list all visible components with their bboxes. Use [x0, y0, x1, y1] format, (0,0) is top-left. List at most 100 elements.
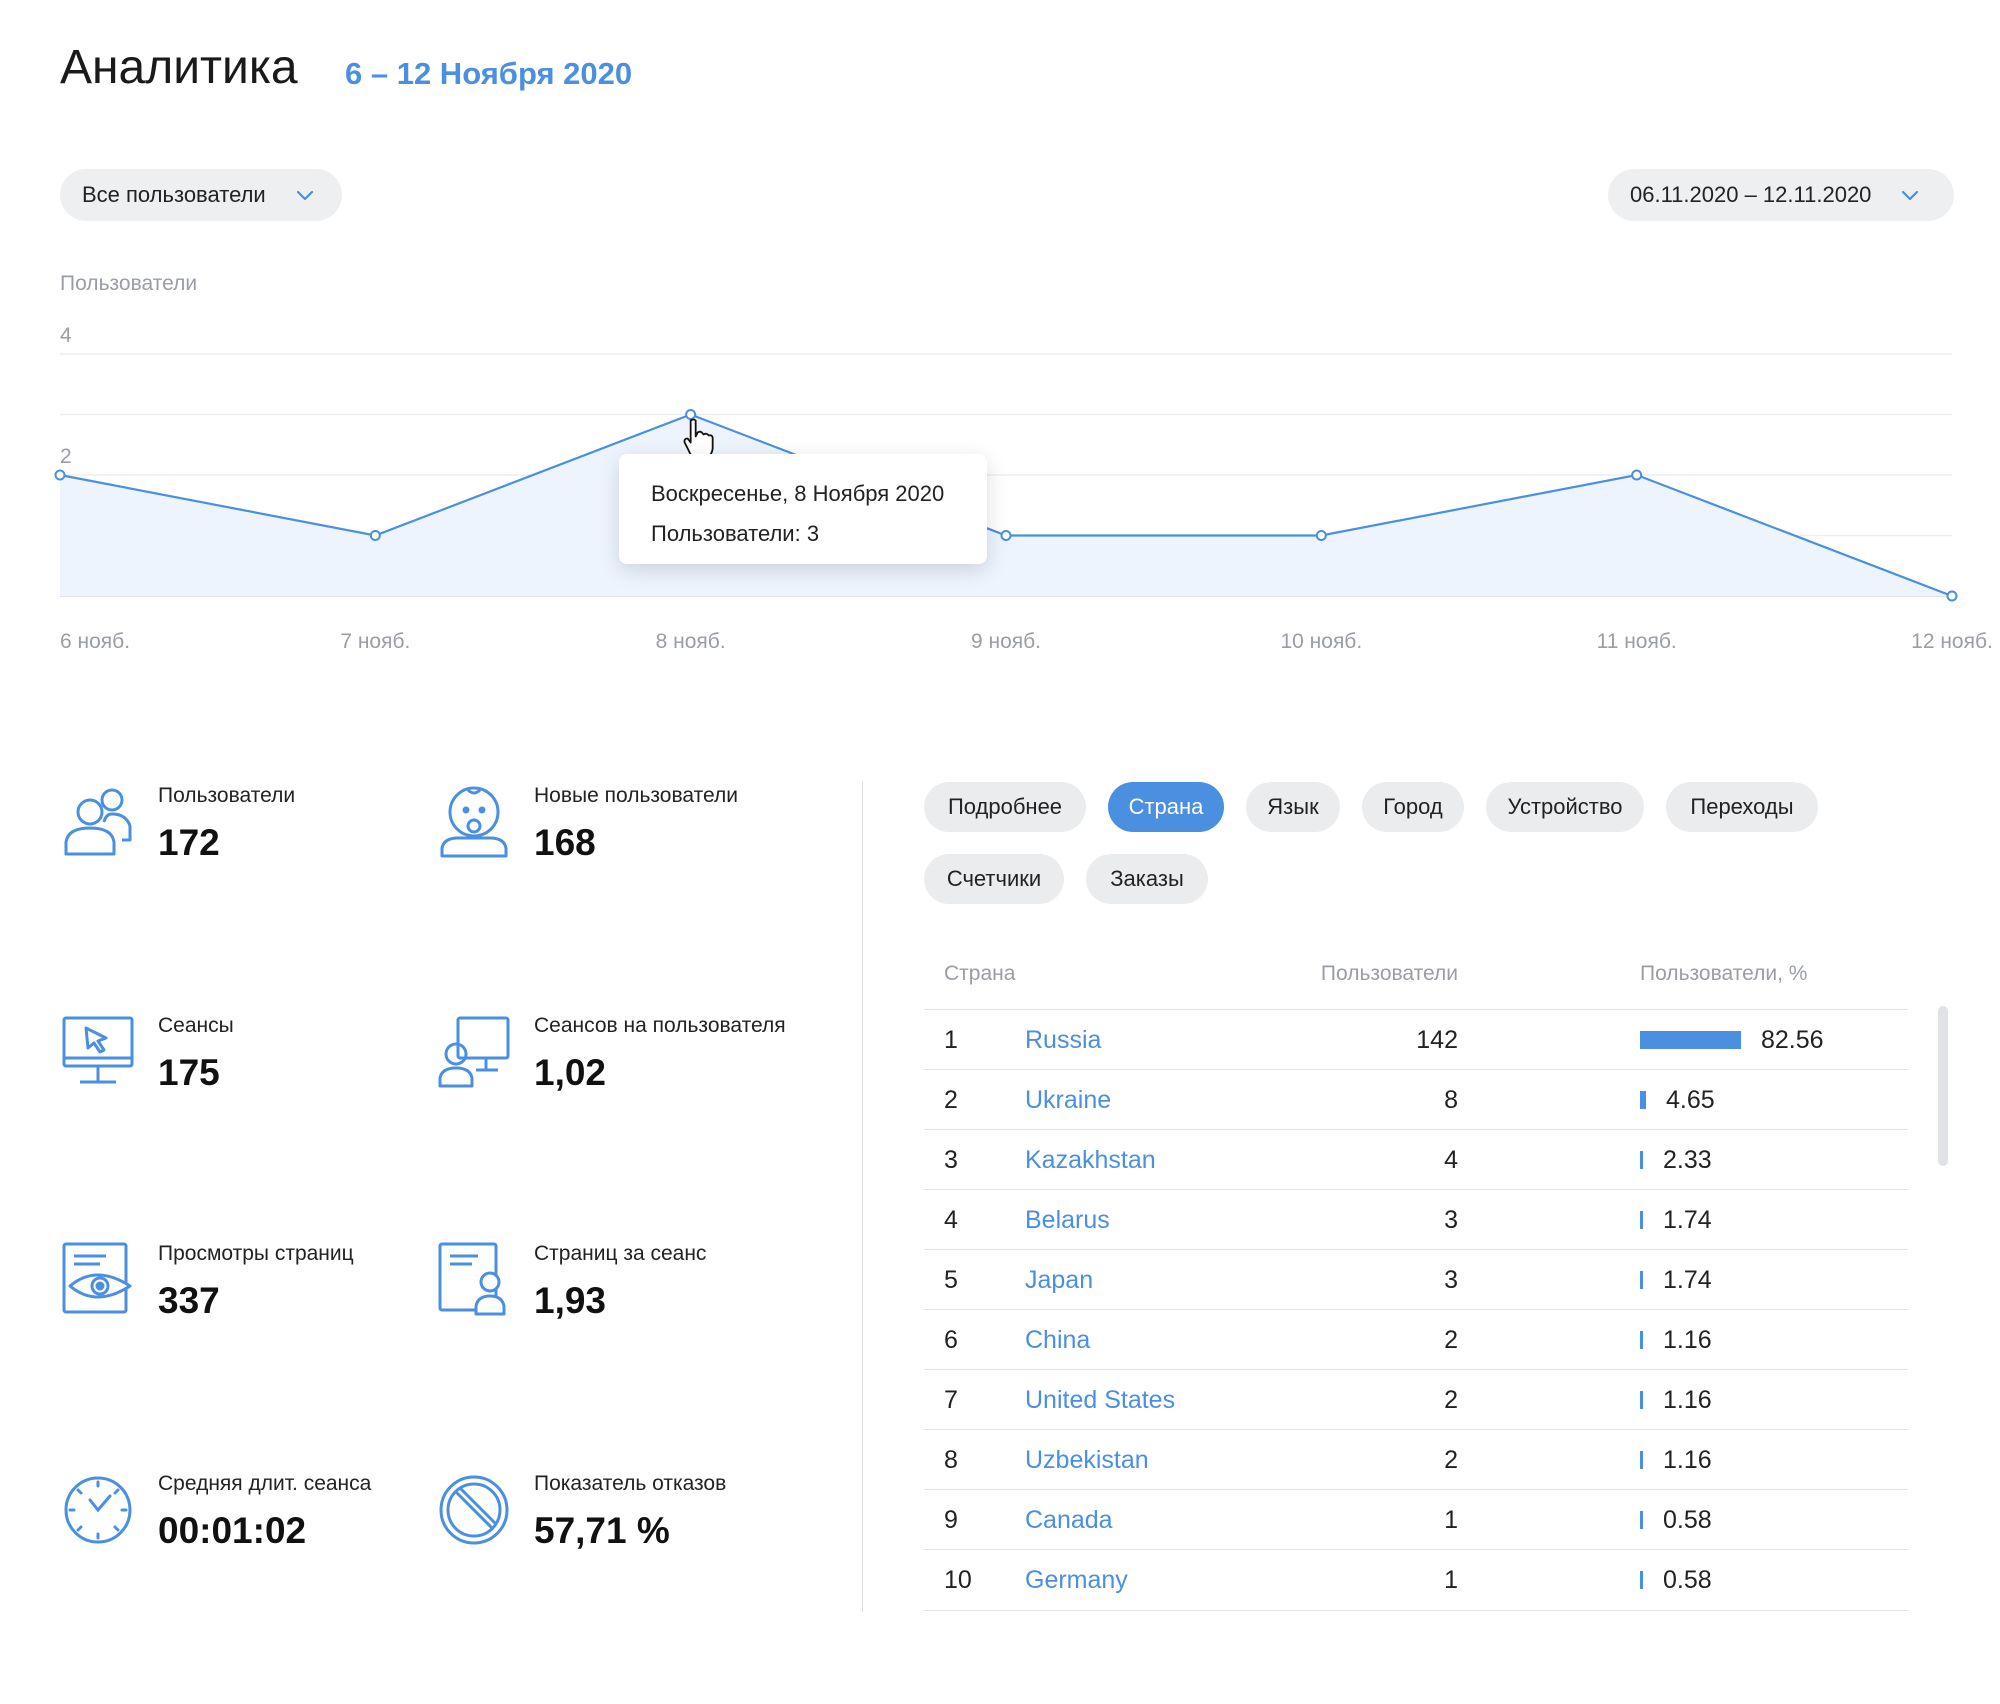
row-rank: 3 — [944, 1146, 958, 1174]
metric-avg-session-duration-label: Средняя длит. сеанса — [158, 1472, 372, 1495]
tab-referrals[interactable]: Переходы — [1666, 782, 1818, 832]
row-rank: 5 — [944, 1266, 958, 1294]
data-point — [1315, 530, 1327, 541]
tab-details[interactable]: Подробнее — [924, 782, 1086, 832]
chart-y-axis-label: Пользователи — [60, 272, 198, 295]
row-percent: 2.33 — [1663, 1146, 1712, 1174]
metric-avg-session-duration-value: 00:01:02 — [158, 1510, 307, 1551]
tab-language[interactable]: Язык — [1246, 782, 1340, 832]
tab-device[interactable]: Устройство — [1486, 782, 1644, 832]
row-country-link[interactable]: Ukraine — [1025, 1086, 1111, 1115]
metric-users: Пользователи 172 — [60, 782, 295, 864]
row-percent: 4.65 — [1666, 1086, 1715, 1114]
metric-pages-per-session-value: 1,93 — [534, 1280, 607, 1321]
column-header-percent: Пользователи, % — [1640, 962, 1808, 985]
row-country-link[interactable]: Japan — [1025, 1266, 1093, 1295]
metric-users-value: 172 — [158, 822, 220, 863]
tooltip-value: Пользователи: 3 — [651, 521, 820, 546]
metric-new-users-value: 168 — [534, 822, 596, 863]
users-line-chart: 4 2 6 нояб. 7 нояб. 8 нояб. 9 нояб. 10 нояб. 11… — [54, 324, 1993, 653]
data-point — [1631, 469, 1643, 481]
row-country-link[interactable]: Germany — [1025, 1566, 1128, 1595]
row-users: 8 — [1444, 1086, 1458, 1114]
row-users: 2 — [1444, 1446, 1458, 1474]
row-country-link[interactable]: Uzbekistan — [1025, 1446, 1149, 1475]
table-row: 6 China 2 1.16 — [924, 1309, 1908, 1370]
table-row: 5 Japan 3 1.74 — [924, 1249, 1908, 1310]
chart-tooltip: Воскресенье, 8 Ноября 2020 Пользователи:… — [619, 454, 987, 564]
data-point — [1000, 530, 1012, 541]
row-share-bar — [1640, 1271, 1643, 1289]
period-select[interactable]: 06.11.2020 – 12.11.2020 — [1608, 169, 1954, 221]
row-share-bar — [1640, 1391, 1643, 1409]
tab-counters[interactable]: Счетчики — [924, 854, 1064, 904]
row-country-link[interactable]: Belarus — [1025, 1206, 1110, 1235]
ban-icon — [439, 1475, 509, 1545]
row-percent: 1.16 — [1663, 1446, 1712, 1474]
x-tick-label: 7 нояб. — [340, 630, 410, 653]
row-rank: 2 — [944, 1086, 958, 1114]
row-country-link[interactable]: Kazakhstan — [1025, 1146, 1156, 1175]
metric-new-users: Новые пользователи 168 — [436, 782, 738, 864]
metric-users-label: Пользователи — [158, 784, 296, 807]
data-point — [369, 530, 381, 541]
table-row: 10 Germany 1 0.58 — [924, 1549, 1908, 1611]
row-rank: 8 — [944, 1446, 958, 1474]
row-percent: 1.16 — [1663, 1386, 1712, 1414]
table-row: 8 Uzbekistan 2 1.16 — [924, 1429, 1908, 1490]
row-share-bar — [1640, 1151, 1643, 1169]
page-view-icon — [62, 1242, 132, 1314]
tab-city[interactable]: Город — [1362, 782, 1464, 832]
column-header-users: Пользователи — [1320, 962, 1458, 985]
x-tick-label: 6 нояб. — [60, 630, 130, 653]
table-row: 7 United States 2 1.16 — [924, 1369, 1908, 1430]
row-share-bar — [1640, 1571, 1643, 1589]
row-rank: 10 — [944, 1566, 972, 1594]
row-country-link[interactable]: Canada — [1025, 1506, 1113, 1535]
metric-pages-per-session: Страниц за сеанс 1,93 — [436, 1240, 706, 1322]
row-share-bar — [1640, 1451, 1643, 1469]
row-rank: 6 — [944, 1326, 958, 1354]
tab-country[interactable]: Страна — [1108, 782, 1224, 832]
metric-sessions-label: Сеансы — [158, 1014, 234, 1037]
panel-divider — [862, 782, 863, 1612]
row-share-bar — [1640, 1331, 1643, 1349]
period-select-value: 06.11.2020 – 12.11.2020 — [1630, 182, 1872, 207]
row-share-bar — [1640, 1211, 1643, 1229]
row-percent: 0.58 — [1663, 1566, 1712, 1594]
row-country-link[interactable]: Russia — [1025, 1026, 1101, 1055]
row-users: 1 — [1444, 1506, 1458, 1534]
row-percent: 82.56 — [1761, 1026, 1824, 1054]
table-row: 2 Ukraine 8 4.65 — [924, 1069, 1908, 1130]
row-rank: 4 — [944, 1206, 958, 1234]
page-date-range: 6 – 12 Ноября 2020 — [345, 56, 633, 91]
metric-pages-per-session-label: Страниц за сеанс — [534, 1242, 707, 1265]
table-row: 9 Canada 1 0.58 — [924, 1489, 1908, 1550]
monitor-cursor-icon — [62, 1016, 134, 1084]
chevron-down-icon — [1902, 190, 1919, 201]
row-rank: 7 — [944, 1386, 958, 1414]
metric-sessions: Сеансы 175 — [60, 1012, 234, 1094]
row-percent: 1.16 — [1663, 1326, 1712, 1354]
row-users: 4 — [1444, 1146, 1458, 1174]
audience-select[interactable]: Все пользователи — [60, 169, 342, 221]
row-users: 1 — [1444, 1566, 1458, 1594]
metric-sessions-value: 175 — [158, 1052, 220, 1093]
row-rank: 1 — [944, 1026, 958, 1054]
tooltip-date: Воскресенье, 8 Ноября 2020 — [651, 481, 945, 506]
row-country-link[interactable]: China — [1025, 1326, 1090, 1355]
chevron-down-icon — [296, 190, 313, 201]
row-percent: 0.58 — [1663, 1506, 1712, 1534]
data-point — [54, 469, 66, 481]
tab-orders[interactable]: Заказы — [1086, 854, 1208, 904]
metric-sessions-per-user-label: Сеансов на пользователя — [534, 1014, 786, 1037]
table-row: 3 Kazakhstan 4 2.33 — [924, 1129, 1908, 1190]
metric-sessions-per-user-value: 1,02 — [534, 1052, 607, 1093]
metric-page-views-value: 337 — [158, 1280, 220, 1321]
audience-select-value: Все пользователи — [82, 182, 266, 207]
row-country-link[interactable]: United States — [1025, 1386, 1175, 1415]
user-monitor-icon — [438, 1016, 510, 1088]
table-scrollbar[interactable] — [1938, 1006, 1948, 1166]
row-users: 142 — [1416, 1026, 1458, 1054]
metric-avg-session-duration: Средняя длит. сеанса 00:01:02 — [60, 1470, 371, 1552]
